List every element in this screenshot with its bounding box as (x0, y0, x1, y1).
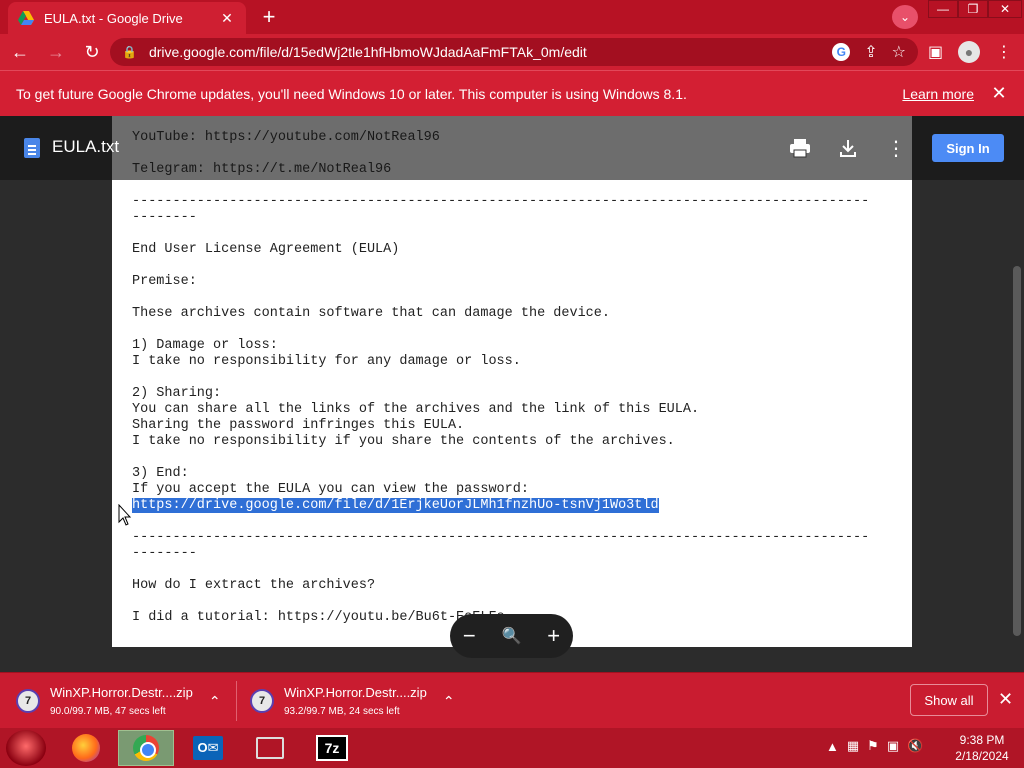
show-all-button[interactable]: Show all (910, 684, 988, 716)
address-bar[interactable]: 🔒 drive.google.com/file/d/15edWj2tle1hfH… (110, 38, 918, 66)
document-page: YouTube: https://youtube.com/NotReal96 T… (112, 116, 912, 647)
browser-toolbar: ← → ↻ 🔒 drive.google.com/file/d/15edWj2t… (0, 34, 1024, 70)
download-item-2[interactable]: 7 WinXP.Horror.Destr....zip 93.2/99.7 MB… (250, 673, 470, 729)
download-status: 90.0/99.7 MB, 47 secs left (50, 706, 166, 717)
profile-avatar[interactable]: ● (958, 41, 980, 63)
taskbar-task-view[interactable] (242, 730, 298, 766)
show-hidden-icons-icon[interactable]: ▲ (826, 739, 839, 754)
tab-search-button[interactable]: ⌄ (892, 5, 918, 29)
downloads-shelf: 7 WinXP.Horror.Destr....zip 90.0/99.7 MB… (0, 672, 1024, 728)
close-window-button[interactable]: ✕ (988, 0, 1022, 18)
bookmark-star-icon[interactable]: ☆ (892, 42, 906, 62)
more-options-icon[interactable]: ⋮ (884, 136, 908, 160)
chrome-icon (133, 735, 159, 761)
zoom-in-icon[interactable]: + (547, 623, 560, 649)
outlook-icon: O✉ (193, 736, 223, 760)
learn-more-link[interactable]: Learn more (902, 86, 974, 102)
document-body: YouTube: https://youtube.com/NotReal96 T… (132, 130, 870, 497)
download-filename: WinXP.Horror.Destr....zip (50, 685, 193, 700)
back-button[interactable]: ← (4, 36, 36, 68)
clock-date: 2/18/2024 (955, 749, 1009, 763)
lock-icon[interactable]: 🔒 (122, 45, 137, 59)
minimize-button[interactable]: — (928, 0, 958, 18)
reload-button[interactable]: ↻ (76, 36, 108, 68)
infobar-message: To get future Google Chrome updates, you… (16, 85, 687, 102)
clock-time: 9:38 PM (959, 733, 1005, 747)
divider (236, 681, 237, 721)
download-status: 93.2/99.7 MB, 24 secs left (284, 706, 400, 717)
zoom-out-icon[interactable]: − (463, 623, 476, 649)
taskbar-7zip[interactable]: 7z (304, 730, 360, 766)
document-body-end: ----------------------------------------… (132, 530, 870, 625)
side-panel-icon[interactable]: ▣ (928, 42, 943, 62)
tab-close-icon[interactable]: ✕ (218, 9, 236, 27)
chevron-up-icon[interactable]: ⌃ (209, 693, 221, 710)
shelf-close-icon[interactable]: ✕ (998, 689, 1013, 710)
7zip-icon: 7z (316, 735, 348, 761)
download-icon[interactable] (836, 136, 860, 160)
mouse-cursor-icon (118, 504, 132, 526)
address-text[interactable]: drive.google.com/file/d/15edWj2tle1hfHbm… (149, 44, 832, 60)
file-name: EULA.txt (52, 137, 120, 156)
google-lens-icon[interactable]: G (832, 43, 851, 61)
start-button[interactable] (6, 730, 46, 766)
update-infobar: To get future Google Chrome updates, you… (0, 70, 1024, 116)
taskbar-chrome[interactable] (118, 730, 174, 766)
print-icon[interactable] (788, 136, 812, 160)
tab-title: EULA.txt - Google Drive (44, 10, 183, 26)
tab-eula[interactable]: EULA.txt - Google Drive ✕ (8, 2, 246, 34)
taskbar-clock[interactable]: 9:38 PM 2/18/2024 (948, 732, 1016, 764)
task-view-icon (256, 737, 284, 759)
download-item-1[interactable]: 7 WinXP.Horror.Destr....zip 90.0/99.7 MB… (16, 673, 236, 729)
network-icon[interactable]: ▣ (887, 738, 899, 754)
taskbar-firefox[interactable] (58, 730, 114, 766)
zoom-reset-icon[interactable]: 🔍 (502, 626, 522, 646)
selected-link-text[interactable]: https://drive.google.com/file/d/1ErjkeUo… (132, 498, 659, 513)
firefox-icon (72, 734, 100, 762)
taskbar-outlook[interactable]: O✉ (180, 730, 236, 766)
share-icon[interactable]: ⇪ (864, 42, 877, 62)
sign-in-button[interactable]: Sign In (932, 134, 1004, 162)
chevron-up-icon[interactable]: ⌃ (443, 693, 455, 710)
action-center-flag-icon[interactable]: ⚑ (867, 738, 879, 754)
text-document-icon (24, 138, 40, 158)
windows-taskbar: O✉ 7z ▲ ▦ ⚑ ▣ 🔇 9:38 PM 2/18/2024 (0, 728, 1024, 768)
new-tab-button[interactable]: + (256, 4, 282, 29)
system-tray: ▲ ▦ ⚑ ▣ 🔇 (826, 738, 923, 754)
document-text: YouTube: https://youtube.com/NotReal96 T… (112, 116, 912, 626)
volume-muted-icon[interactable]: 🔇 (907, 738, 923, 754)
zoom-controls: − 🔍 + (450, 614, 573, 658)
drive-viewer: YouTube: https://youtube.com/NotReal96 T… (0, 116, 1024, 672)
restore-button[interactable]: ❐ (958, 0, 988, 18)
drive-header-bar: EULA.txt ⋮ Sign In (0, 116, 1024, 180)
7zip-file-icon: 7 (250, 689, 274, 713)
forward-button[interactable]: → (40, 36, 72, 68)
scrollbar-thumb[interactable] (1013, 266, 1021, 636)
infobar-close-icon[interactable]: ✕ (990, 83, 1008, 104)
menu-kebab-icon[interactable]: ⋮ (996, 42, 1012, 62)
google-drive-icon (18, 11, 34, 25)
7zip-file-icon: 7 (16, 689, 40, 713)
download-filename: WinXP.Horror.Destr....zip (284, 685, 427, 700)
tab-strip: EULA.txt - Google Drive ✕ + ⌄ — ❐ ✕ (0, 0, 1024, 34)
network-status-icon[interactable]: ▦ (847, 738, 859, 754)
